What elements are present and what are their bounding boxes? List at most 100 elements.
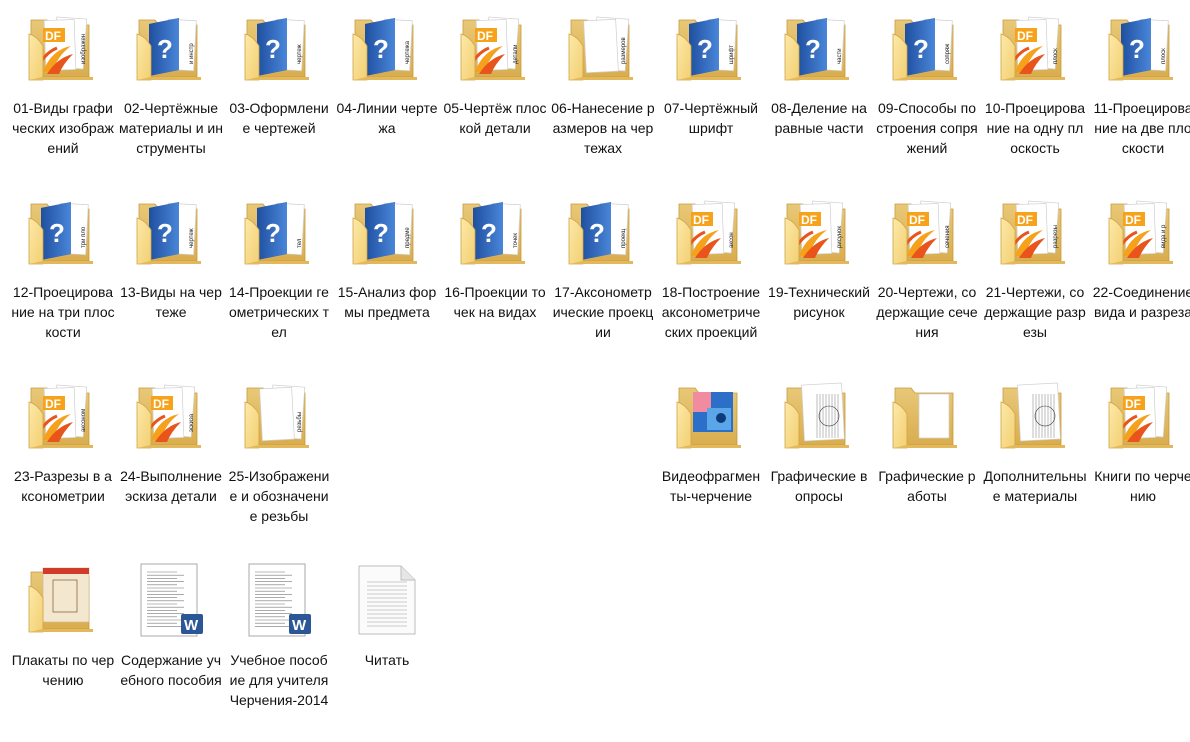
file-item[interactable]: W Учебное пособие для учителя Черчения-2…: [226, 556, 332, 732]
file-item-label: 16-Проекции точек на видах: [444, 284, 546, 320]
file-item[interactable]: ? проекц 17-Аксонометрические проекции: [550, 188, 656, 364]
svg-text:чертежа: чертежа: [405, 40, 411, 64]
svg-text:чертеж: чертеж: [297, 44, 303, 64]
folder-help-icon: ? плоск: [1105, 10, 1181, 86]
svg-text:вида и р: вида и р: [1161, 224, 1167, 248]
svg-text:?: ?: [265, 34, 281, 64]
file-item[interactable]: ? тел 14-Проекции геометрических тел: [226, 188, 332, 364]
file-item-label: 13-Виды на чертеже: [120, 284, 222, 320]
file-item[interactable]: ? шрифт 07-Чертёжный шрифт: [658, 4, 764, 180]
file-item[interactable]: ? три пло 12-Проецирование на три плоско…: [10, 188, 116, 364]
file-item-label: Плакаты по черчению: [11, 652, 115, 688]
file-item-label: 06-Нанесение размеров на чертежах: [551, 100, 655, 156]
folder-help-icon: ? и инстр: [133, 10, 209, 86]
svg-text:изображен: изображен: [81, 34, 87, 64]
file-item[interactable]: Плакаты по черчению: [10, 556, 116, 732]
file-item-label: 10-Проецирование на одну плоскость: [984, 100, 1086, 156]
svg-text:?: ?: [913, 34, 929, 64]
file-item-label: Учебное пособие для учителя Черчения-201…: [229, 652, 329, 708]
svg-text:плоск: плоск: [1053, 48, 1059, 64]
file-item-label: 04-Линии чертежа: [336, 100, 438, 136]
file-item[interactable]: ? точек 16-Проекции точек на видах: [442, 188, 548, 364]
file-item-label: 20-Чертежи, содержащие сечения: [876, 284, 978, 340]
svg-text:рисунок: рисунок: [837, 226, 843, 248]
svg-text:DF: DF: [45, 397, 61, 411]
svg-text:плоск: плоск: [1161, 48, 1167, 64]
file-item[interactable]: размеров 06-Нанесение размеров на чертеж…: [550, 4, 656, 180]
svg-text:?: ?: [1129, 34, 1145, 64]
file-item[interactable]: Графические работы: [874, 372, 980, 548]
svg-text:?: ?: [373, 34, 389, 64]
folder-help-icon: ? шрифт: [673, 10, 749, 86]
file-item[interactable]: DF сечения 20-Чертежи, содержащие сечени…: [874, 188, 980, 364]
word-document-icon: W: [241, 562, 317, 638]
file-item[interactable]: ? и инстр 02-Чертёжные материалы и инстр…: [118, 4, 224, 180]
file-item-label: Читать: [364, 652, 410, 668]
file-item[interactable]: DF рисунок 19-Технический рисунок: [766, 188, 872, 364]
file-item[interactable]: Читать: [334, 556, 440, 732]
file-item-label: 11-Проецирование на две плоскости: [1093, 100, 1190, 156]
file-item[interactable]: DF разрезы 21-Чертежи, содержащие разрез…: [982, 188, 1088, 364]
file-item-label: Графические работы: [878, 468, 976, 504]
file-item[interactable]: ? плоск 11-Проецирование на две плоскост…: [1090, 4, 1190, 180]
file-item[interactable]: ? части 08-Деление на равные части: [766, 4, 872, 180]
svg-text:сечения: сечения: [945, 225, 951, 248]
svg-text:DF: DF: [693, 213, 709, 227]
file-item[interactable]: ? сопряж 09-Способы построения сопряжени…: [874, 4, 980, 180]
file-grid: DF изображен 01-Виды графических изображ…: [0, 0, 1190, 742]
file-item-label: 01-Виды графических изображений: [12, 100, 114, 156]
file-item[interactable]: DF аксон 18-Построение аксонометрических…: [658, 188, 764, 364]
folder-pdf-icon: DF плоск: [997, 10, 1073, 86]
file-item[interactable]: DF плоск 10-Проецирование на одну плоско…: [982, 4, 1088, 180]
file-item[interactable]: DF Книги по черчению: [1090, 372, 1190, 548]
folder-pdf-icon: DF аксон: [673, 194, 749, 270]
svg-text:чертеж: чертеж: [189, 228, 195, 248]
file-item[interactable]: DF эскиза 24-Выполнение эскиза детали: [118, 372, 224, 548]
svg-text:?: ?: [805, 34, 821, 64]
svg-text:W: W: [292, 617, 307, 634]
svg-text:?: ?: [49, 218, 65, 248]
file-item[interactable]: DF детали 05-Чертёж плоской детали: [442, 4, 548, 180]
file-item-label: 03-Оформление чертежей: [229, 100, 329, 136]
file-item[interactable]: Графические вопросы: [766, 372, 872, 548]
svg-text:три пло: три пло: [81, 226, 87, 248]
folder-help-icon: ? чертеж: [241, 10, 317, 86]
svg-text:и инстр: и инстр: [189, 43, 195, 64]
svg-text:DF: DF: [45, 29, 61, 43]
svg-text:DF: DF: [153, 397, 169, 411]
folder-doc-icon: размеров: [565, 10, 641, 86]
svg-text:шрифт: шрифт: [729, 45, 735, 64]
folder-help-icon: ? тел: [241, 194, 317, 270]
folder-help-icon: ? точек: [457, 194, 533, 270]
svg-text:DF: DF: [477, 29, 493, 43]
svg-text:аксон: аксон: [729, 232, 735, 248]
svg-text:части: части: [837, 48, 843, 64]
folder-drawing-icon: [781, 378, 857, 454]
file-item[interactable]: DF вида и р 22-Соединение вида и разреза: [1090, 188, 1190, 364]
folder-video-icon: [673, 378, 749, 454]
svg-text:эскиза: эскиза: [189, 413, 195, 432]
folder-help-icon: ? чертеж: [133, 194, 209, 270]
file-item[interactable]: Дополнительные материалы: [982, 372, 1088, 548]
svg-text:тел: тел: [297, 238, 303, 248]
file-item[interactable]: Видеофрагменты-черчение: [658, 372, 764, 548]
svg-text:предме: предме: [405, 227, 411, 248]
svg-text:точек: точек: [513, 233, 519, 248]
file-item[interactable]: ? предме 15-Анализ формы предмета: [334, 188, 440, 364]
file-item[interactable]: DF изображен 01-Виды графических изображ…: [10, 4, 116, 180]
folder-pdf-icon: DF вида и р: [1105, 194, 1181, 270]
file-item-label: 15-Анализ формы предмета: [337, 284, 437, 320]
folder-drawing-icon: [997, 378, 1073, 454]
svg-text:W: W: [184, 617, 199, 634]
file-item[interactable]: резьбы 25-Изображение и обозначение резь…: [226, 372, 332, 548]
file-item[interactable]: ? чертеж 03-Оформление чертежей: [226, 4, 332, 180]
file-item[interactable]: ? чертежа 04-Линии чертежа: [334, 4, 440, 180]
file-item[interactable]: W Содержание учебного пособия: [118, 556, 224, 732]
file-item[interactable]: ? чертеж 13-Виды на чертеже: [118, 188, 224, 364]
svg-text:?: ?: [697, 34, 713, 64]
file-item[interactable]: DF аксоном 23-Разрезы в аксонометрии: [10, 372, 116, 548]
svg-text:?: ?: [373, 218, 389, 248]
folder-doc-icon: резьбы: [241, 378, 317, 454]
file-item-label: 07-Чертёжный шрифт: [663, 100, 758, 136]
folder-pdf-icon: DF аксоном: [25, 378, 101, 454]
